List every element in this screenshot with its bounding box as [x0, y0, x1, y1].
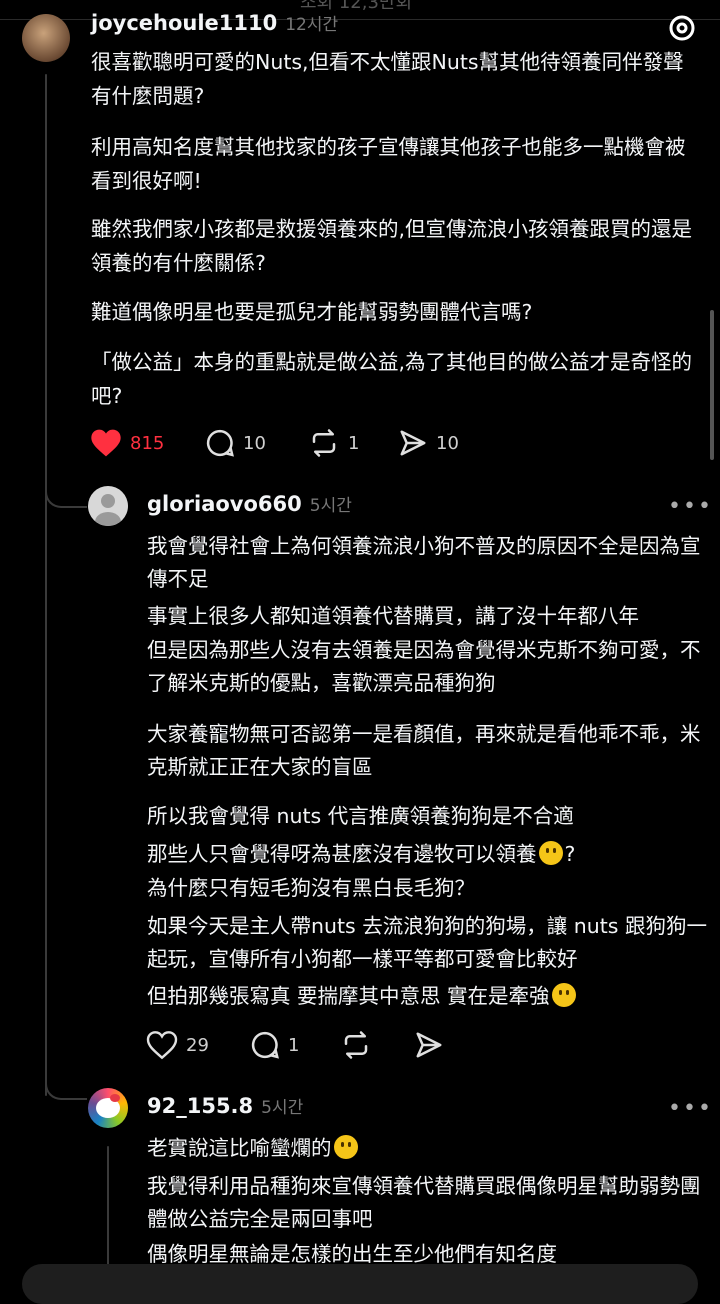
reply1-line-9: 但拍那幾張寫真 要揣摩其中意思 實在是牽強	[147, 980, 707, 1013]
thread-line-curve-2	[45, 1078, 87, 1100]
reply1-more-button[interactable]: •••	[668, 494, 713, 519]
send-icon	[416, 1032, 442, 1058]
bottom-overlay	[22, 1264, 698, 1304]
comment-count: 10	[243, 432, 266, 454]
like-count: 815	[130, 432, 165, 454]
reply1-comment-button[interactable]: 1	[250, 1030, 299, 1060]
reply1-avatar[interactable]	[88, 486, 128, 526]
repost-button[interactable]: 1	[308, 428, 359, 458]
reply1-share-button[interactable]	[414, 1030, 444, 1060]
post-paragraph-1: 很喜歡聰明可愛的Nuts,但看不太懂跟Nuts幫其他待領養同伴發聲有什麼問題?	[91, 50, 684, 108]
like-button[interactable]: 815	[90, 428, 164, 458]
reply1-repost-button[interactable]	[340, 1030, 372, 1060]
scrollbar[interactable]	[710, 310, 714, 460]
reply2-avatar[interactable]	[88, 1088, 128, 1128]
reply1-comment-count: 1	[288, 1034, 300, 1056]
reply1-line-1: 我會覺得社會上為何領養流浪小狗不普及的原因不全是因為宣傳不足	[147, 534, 701, 591]
reply1-line-5: 所以我會覺得 nuts 代言推廣領養狗狗是不合適	[147, 804, 574, 828]
post-time: 12시간	[285, 15, 339, 35]
repost-icon	[312, 429, 336, 457]
reply2-line-2: 我覺得利用品種狗來宣傳領養代替購買跟偶像明星幫助弱勢團體做公益完全是兩回事吧	[147, 1174, 701, 1231]
hand-over-mouth-emoji-icon	[551, 983, 576, 1007]
reply1-username[interactable]: gloriaovo660 5시간	[147, 491, 352, 516]
reply1-line-6: 那些人只會覺得呀為甚麼沒有邊牧可以領養?	[147, 841, 576, 866]
post-paragraph-5: 「做公益」本身的重點就是做公益,為了其他目的做公益才是奇怪的吧?	[91, 350, 693, 408]
post-username[interactable]: joycehoule1110 12시간	[91, 10, 338, 35]
share-button[interactable]: 10	[398, 428, 459, 458]
reply1-line-4: 大家養寵物無可否認第一是看顏值，再來就是看他乖不乖，米克斯就正正在大家的盲區	[147, 722, 701, 779]
repost-count: 1	[348, 432, 360, 454]
reply2-time: 5시간	[261, 1098, 304, 1118]
reply2-line-1: 老實說這比喻蠻爛的	[147, 1132, 707, 1165]
reply1-time: 5시간	[309, 496, 352, 516]
thread-line-curve	[45, 486, 87, 508]
reply1-line-2: 事實上很多人都知道領養代替購買，講了沒十年都八年	[147, 604, 639, 628]
post-paragraph-4: 難道偶像明星也要是孤兒才能幫弱勢團體代言嗎?	[91, 300, 533, 324]
comment-icon	[251, 1031, 279, 1059]
share-count: 10	[436, 432, 459, 454]
comment-icon	[206, 429, 234, 457]
avatar[interactable]	[22, 14, 70, 62]
comment-button[interactable]: 10	[205, 428, 266, 458]
reply1-line-8: 如果今天是主人帶nuts 去流浪狗狗的狗場，讓 nuts 跟狗狗一起玩，宣傳所有…	[147, 914, 707, 971]
post-paragraph-3: 雖然我們家小孩都是救援領養來的,但宣傳流浪小孩領養跟買的還是領養的有什麼關係?	[91, 217, 693, 275]
reply2-username[interactable]: 92_155.8 5시간	[147, 1093, 303, 1118]
post-paragraph-2: 利用高知名度幫其他找家的孩子宣傳讓其他孩子也能多一點機會被看到很好啊!	[91, 135, 686, 193]
reply1-line-7: 為什麼只有短毛狗沒有黑白長毛狗？	[147, 876, 475, 900]
reply2-thread-line	[107, 1146, 109, 1280]
heart-filled-icon	[91, 429, 121, 457]
thread-line	[45, 74, 47, 1096]
grin-emoji-icon	[538, 841, 563, 865]
heart-outline-icon	[146, 1031, 178, 1060]
repost-icon	[344, 1031, 368, 1059]
threads-logo-icon[interactable]	[668, 14, 696, 46]
reply2-more-button[interactable]: •••	[668, 1096, 713, 1121]
reply1-like-button[interactable]: 29	[146, 1030, 209, 1060]
reply1-like-count: 29	[186, 1034, 209, 1056]
pleading-emoji-icon	[333, 1135, 358, 1159]
reply1-line-3: 但是因為那些人沒有去領養是因為會覺得米克斯不夠可愛，不了解米克斯的優點，喜歡漂亮…	[147, 638, 701, 695]
send-icon	[400, 430, 426, 456]
